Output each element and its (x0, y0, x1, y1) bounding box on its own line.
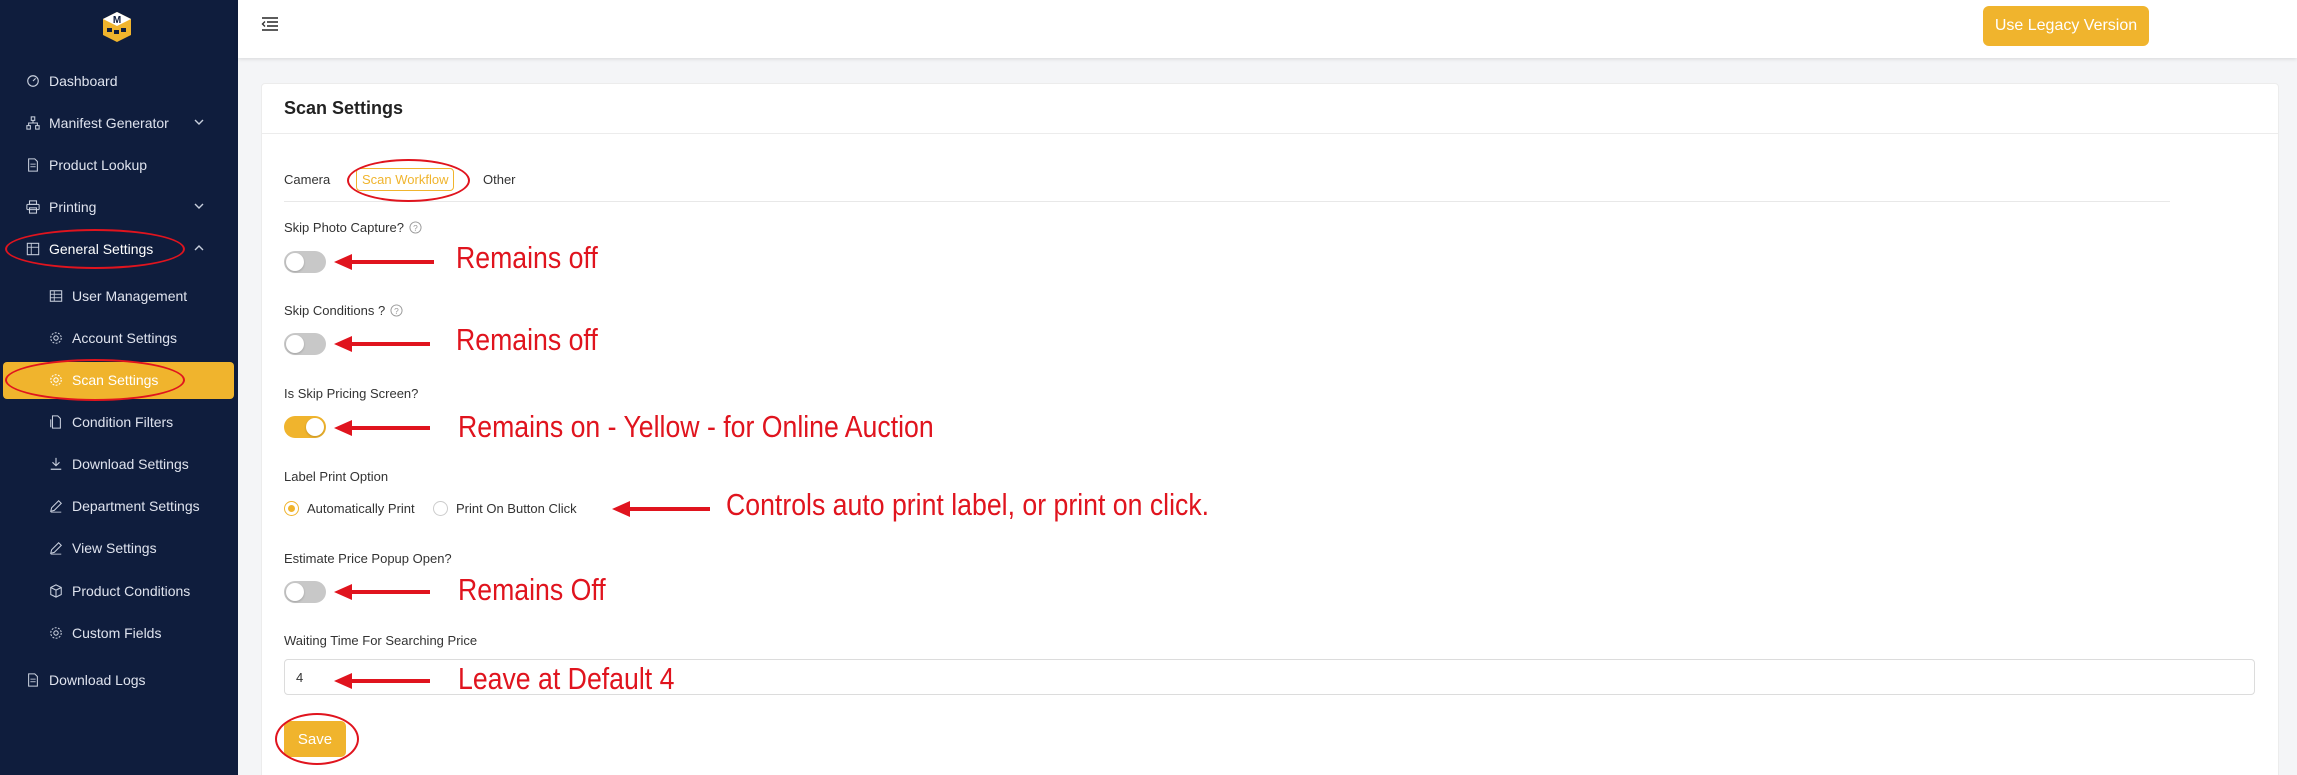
sidebar-item-view-settings[interactable]: View Settings (48, 530, 228, 566)
chevron-up-icon (194, 245, 204, 251)
sidebar-item-label: View Settings (72, 540, 157, 556)
sidebar-item-condition-filters[interactable]: Condition Filters (48, 404, 228, 440)
download-icon (48, 456, 64, 472)
estimate-price-popup-toggle[interactable] (284, 581, 326, 603)
radio-dot (433, 501, 448, 516)
annotation-oval-general-settings (5, 229, 185, 269)
estimate-price-popup-label: Estimate Price Popup Open? (284, 551, 452, 566)
sidebar-item-printing[interactable]: Printing (25, 189, 225, 225)
label-print-option-label: Label Print Option (284, 469, 389, 484)
skip-pricing-screen-toggle[interactable] (284, 416, 326, 438)
sidebar-item-download-logs[interactable]: Download Logs (25, 662, 225, 698)
sidebar-item-dashboard[interactable]: Dashboard (25, 63, 225, 99)
annotation-waiting-time-note: Leave at Default 4 (458, 661, 675, 696)
sidebar-item-manifest-generator[interactable]: Manifest Generator (25, 105, 225, 141)
question-circle-icon: ? (390, 304, 403, 317)
sidebar-item-account-settings[interactable]: Account Settings (48, 320, 228, 356)
waiting-time-label: Waiting Time For Searching Price (284, 633, 478, 648)
sidebar-item-label: Custom Fields (72, 625, 162, 641)
annotation-arrow (612, 501, 710, 517)
sidebar-item-label: Product Conditions (72, 583, 191, 599)
skip-conditions-toggle[interactable] (284, 333, 326, 355)
annotation-skip-conditions-note: Remains off (456, 322, 598, 357)
sidebar-item-label: Download Settings (72, 456, 189, 472)
annotation-arrow (334, 420, 430, 436)
sidebar-item-label: Product Lookup (49, 157, 148, 173)
svg-text:?: ? (413, 223, 418, 233)
menu-toggle-icon[interactable] (260, 14, 280, 34)
annotation-arrow (334, 254, 434, 270)
sidebar-item-label: Account Settings (72, 330, 178, 346)
annotation-oval-scan-workflow-tab (347, 159, 470, 202)
sidebar-item-product-conditions[interactable]: Product Conditions (48, 573, 228, 609)
file-icon (25, 157, 41, 173)
toggle-knob (286, 583, 304, 601)
annotation-skip-pricing-note: Remains on - Yellow - for Online Auction (458, 409, 934, 444)
toggle-knob (286, 253, 304, 271)
annotation-arrow (334, 584, 430, 600)
sidebar-item-label: Download Logs (49, 672, 146, 688)
radio-automatically-print[interactable]: Automatically Print (284, 501, 415, 516)
use-legacy-version-button[interactable]: Use Legacy Version (1983, 6, 2149, 46)
annotation-estimate-popup-note: Remains Off (458, 572, 606, 607)
radio-dot (284, 501, 299, 516)
sidebar-item-label: Printing (49, 199, 97, 215)
cube-icon (48, 583, 64, 599)
tab-other[interactable]: Other (483, 172, 516, 187)
tabs-underline (284, 201, 2170, 202)
sidebar-item-label: User Management (72, 288, 188, 304)
radio-print-on-button-click[interactable]: Print On Button Click (433, 501, 577, 516)
sidebar-item-user-management[interactable]: User Management (48, 278, 228, 314)
sidebar-item-label: Manifest Generator (49, 115, 169, 131)
chevron-down-icon (194, 203, 204, 209)
annotation-label-print-note: Controls auto print label, or print on c… (726, 487, 1210, 522)
sidebar-item-product-lookup[interactable]: Product Lookup (25, 147, 225, 183)
sidebar-item-department-settings[interactable]: Department Settings (48, 488, 228, 524)
annotation-oval-save-button (275, 713, 359, 765)
filter-doc-icon (48, 414, 64, 430)
sitemap-icon (25, 115, 41, 131)
edit-icon (48, 540, 64, 556)
file-icon (25, 672, 41, 688)
sidebar-item-label: Department Settings (72, 498, 200, 514)
card-divider (262, 133, 2278, 134)
edit-icon (48, 498, 64, 514)
sidebar-item-download-settings[interactable]: Download Settings (48, 446, 228, 482)
chevron-down-icon (194, 119, 204, 125)
top-header: Use Legacy Version (238, 0, 2297, 58)
annotation-oval-scan-settings (5, 359, 185, 401)
sidebar-item-custom-fields[interactable]: Custom Fields (48, 615, 228, 651)
annotation-arrow (334, 673, 430, 689)
page-title: Scan Settings (284, 98, 404, 118)
gear-icon (48, 625, 64, 641)
annotation-arrow (334, 336, 430, 352)
svg-text:?: ? (394, 306, 399, 316)
dashboard-icon (25, 73, 41, 89)
table-icon (48, 288, 64, 304)
skip-pricing-screen-label: Is Skip Pricing Screen? (284, 386, 419, 401)
skip-photo-capture-toggle[interactable] (284, 251, 326, 273)
question-circle-icon: ? (409, 221, 422, 234)
toggle-knob (286, 335, 304, 353)
annotation-skip-photo-note: Remains off (456, 240, 598, 275)
svg-text:M: M (113, 15, 121, 26)
sidebar-item-label: Dashboard (49, 73, 118, 89)
sidebar-item-label: Condition Filters (72, 414, 174, 430)
skip-photo-capture-label: Skip Photo Capture? ? (284, 220, 422, 235)
toggle-knob (306, 418, 324, 436)
tab-camera[interactable]: Camera (284, 172, 330, 187)
printer-icon (25, 199, 41, 215)
m-cube-logo[interactable]: M (100, 10, 134, 44)
skip-conditions-label: Skip Conditions ? ? (284, 303, 403, 318)
gear-icon (48, 330, 64, 346)
